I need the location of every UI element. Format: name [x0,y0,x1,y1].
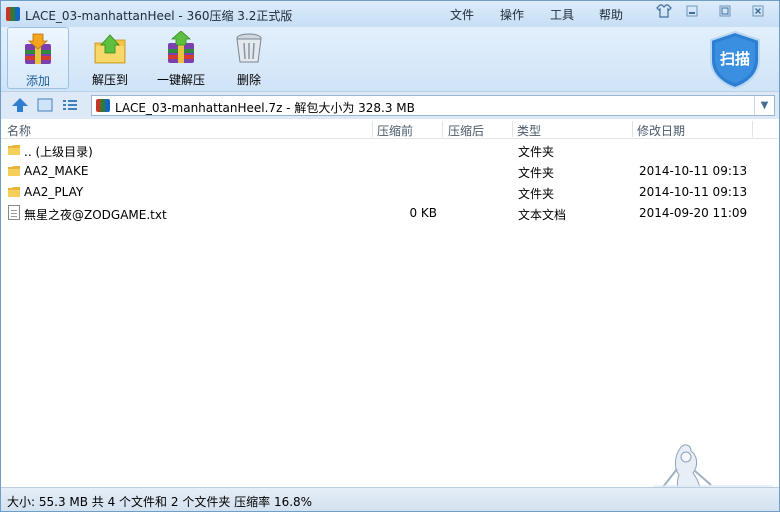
status-text: 大小: 55.3 MB 共 4 个文件和 2 个文件夹 压缩率 16.8% [7,495,313,509]
restore-icon[interactable] [714,4,736,22]
minimize-icon[interactable] [681,4,703,22]
one-click-extract-label: 一键解压 [156,73,205,87]
file-date: 2014-10-11 09:13 [639,164,748,178]
list-item[interactable]: 無星之夜@ZODGAME.txt 0 KB 文本文档 2014-09-20 11… [1,203,779,224]
folder-icon [8,145,20,155]
one-click-extract-icon [168,31,194,63]
file-type: 文本文档 [518,208,567,222]
menu-tools[interactable]: 工具 [550,6,574,23]
delete-bin-icon [236,33,262,63]
menu-action[interactable]: 操作 [500,6,524,23]
delete-label: 删除 [236,73,261,87]
scan-label[interactable]: 扫描 [707,48,763,69]
folder-icon [8,187,20,197]
column-divider [512,121,513,137]
one-click-extract-button[interactable]: 一键解压 [151,27,211,89]
file-type: 文件夹 [518,187,555,201]
app-icon [6,7,20,21]
column-size-before[interactable]: 压缩前 [377,122,413,139]
menu-help[interactable]: 帮助 [599,6,623,23]
address-path: LACE_03-manhattanHeel.7z - 解包大小为 328.3 M… [115,101,415,115]
thumbnail-view-icon[interactable] [36,97,54,113]
file-size-before: 0 KB [409,206,437,220]
list-item[interactable]: AA2_PLAY 文件夹 2014-10-11 09:13 [1,182,779,203]
address-bar: LACE_03-manhattanHeel.7z - 解包大小为 328.3 M… [1,91,779,119]
title-bar: LACE_03-manhattanHeel - 360压缩 3.2正式版 文件 … [1,1,779,27]
app-window: LACE_03-manhattanHeel - 360压缩 3.2正式版 文件 … [0,0,780,512]
column-divider [752,121,753,137]
skin-icon[interactable] [653,4,675,22]
delete-button[interactable]: 删除 [223,27,275,89]
text-file-icon [8,205,20,220]
file-type: 文件夹 [518,166,555,180]
file-name: .. (上级目录) [24,145,93,159]
archive-icon [96,99,110,112]
file-date: 2014-10-11 09:13 [639,185,748,199]
file-name: AA2_MAKE [24,164,89,178]
list-item[interactable]: AA2_MAKE 文件夹 2014-10-11 09:13 [1,161,779,182]
extract-to-button[interactable]: 解压到 [81,27,139,89]
up-arrow-icon[interactable] [11,97,29,113]
close-icon[interactable] [747,4,769,22]
extract-to-icon [94,34,126,64]
chevron-down-icon[interactable]: ▼ [754,96,774,115]
extract-to-label: 解压到 [91,73,128,87]
add-button[interactable]: 添加 [7,27,69,89]
menu-file[interactable]: 文件 [450,6,474,23]
list-header: 名称 压缩前 压缩后 类型 修改日期 [1,119,779,139]
file-name: 無星之夜@ZODGAME.txt [24,208,167,222]
list-view-icon[interactable] [61,97,79,113]
file-name: AA2_PLAY [24,185,84,199]
column-divider [372,121,373,137]
add-button-label: 添加 [25,74,50,88]
column-size-after[interactable]: 压缩后 [448,122,484,139]
address-field[interactable]: LACE_03-manhattanHeel.7z - 解包大小为 328.3 M… [91,95,775,116]
column-type[interactable]: 类型 [517,122,541,139]
column-name[interactable]: 名称 [7,122,31,139]
window-title: LACE_03-manhattanHeel - 360压缩 3.2正式版 [25,9,293,23]
column-divider [442,121,443,137]
status-bar: 大小: 55.3 MB 共 4 个文件和 2 个文件夹 压缩率 16.8% [1,487,779,511]
toolbar: 添加 解压到 一键解压 删除 扫描 [1,27,779,91]
file-date: 2014-09-20 11:09 [639,206,748,220]
file-type: 文件夹 [518,145,555,159]
column-date[interactable]: 修改日期 [637,122,685,139]
column-divider [632,121,633,137]
list-item[interactable]: .. (上级目录) 文件夹 [1,140,779,161]
folder-icon [8,166,20,176]
add-archive-icon [25,33,51,64]
